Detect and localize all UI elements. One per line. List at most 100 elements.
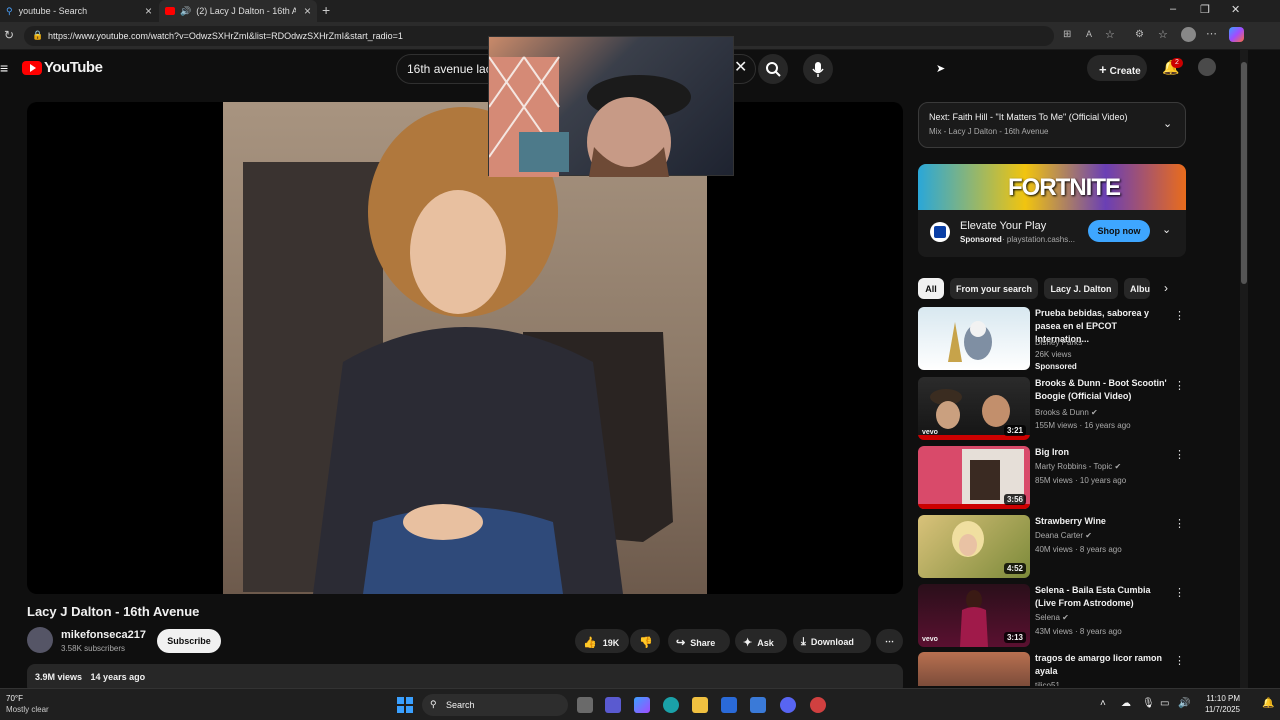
list-item[interactable]: vevo 3:21 Brooks & Dunn - Boot Scootin' … xyxy=(918,377,1186,441)
minimize-button[interactable]: – xyxy=(1170,3,1176,15)
channel-name[interactable]: Disney Parks xyxy=(1035,338,1082,347)
volume-icon[interactable]: 🔊 xyxy=(1178,698,1190,709)
youtube-logo-icon[interactable] xyxy=(22,61,42,75)
favorites-icon[interactable]: ☆ xyxy=(1158,28,1168,41)
kebab-menu-icon[interactable]: ⋮ xyxy=(1174,448,1185,461)
channel-avatar[interactable] xyxy=(27,627,53,653)
notifications-icon[interactable]: 🔔 xyxy=(1262,698,1274,709)
speaker-icon[interactable]: 🔊 xyxy=(180,6,191,17)
video-thumbnail[interactable]: 3:56 xyxy=(918,446,1030,509)
tab-youtube-search[interactable]: ⚲ youtube - Search × xyxy=(0,0,158,22)
kebab-menu-icon[interactable]: ⋮ xyxy=(1174,309,1185,322)
share-button[interactable]: ↪ Share xyxy=(668,629,730,653)
channel-name[interactable]: tilico51 xyxy=(1035,681,1060,686)
windows-start-icon[interactable] xyxy=(397,697,413,713)
weather-temp[interactable]: 70°F xyxy=(6,694,23,703)
download-button[interactable]: ⤓ Download xyxy=(793,629,871,653)
channel-name[interactable]: Deana Carter ✔ xyxy=(1035,531,1092,540)
ask-button[interactable]: ✦ Ask xyxy=(735,629,787,653)
store-icon[interactable] xyxy=(721,697,737,713)
more-actions-button[interactable]: ⋯ xyxy=(876,629,903,653)
youtube-logo-text[interactable]: YouTube xyxy=(44,59,103,76)
list-item[interactable]: 3:56 Big Iron Marty Robbins - Topic ✔ 85… xyxy=(918,446,1186,510)
up-next-panel[interactable]: Next: Faith Hill - "It Matters To Me" (O… xyxy=(918,102,1186,148)
weather-desc[interactable]: Mostly clear xyxy=(6,705,49,714)
profile-avatar[interactable] xyxy=(1181,27,1196,42)
chevron-right-icon[interactable]: › xyxy=(1164,281,1168,295)
download-icon: ⤓ xyxy=(801,636,806,648)
favorite-star-icon[interactable]: ☆ xyxy=(1105,28,1115,41)
file-explorer-icon[interactable] xyxy=(692,697,708,713)
chevron-down-icon[interactable]: ⌄ xyxy=(1162,223,1171,236)
read-aloud-icon[interactable]: A xyxy=(1086,29,1092,39)
create-button[interactable]: + Create xyxy=(1087,55,1147,81)
video-player[interactable] xyxy=(27,102,903,594)
microphone-icon[interactable]: 🎙 xyxy=(1142,698,1155,709)
tab-label: (2) Lacy J Dalton - 16th Aven xyxy=(196,6,297,16)
tab-lacy-dalton[interactable]: 🔊 (2) Lacy J Dalton - 16th Aven × xyxy=(159,0,317,22)
clear-search-icon[interactable]: ✕ xyxy=(734,57,747,77)
cloud-icon[interactable]: ☁ xyxy=(1121,698,1131,709)
chevron-up-icon[interactable]: ˄ xyxy=(1100,698,1106,709)
chip-from-your-search[interactable]: From your search xyxy=(950,278,1038,299)
chevron-down-icon[interactable]: ⌄ xyxy=(1163,117,1172,130)
task-view-icon[interactable] xyxy=(577,697,593,713)
channel-name[interactable]: Brooks & Dunn ✔ xyxy=(1035,408,1098,417)
like-button[interactable]: 👍 19K xyxy=(575,629,629,653)
channel-name[interactable]: mikefonseca217 xyxy=(61,629,146,641)
list-item[interactable]: tragos de amargo licor ramon ayala tilic… xyxy=(918,652,1186,686)
network-icon[interactable]: ▭ xyxy=(1160,698,1169,709)
channel-name[interactable]: Marty Robbins - Topic ✔ xyxy=(1035,462,1121,471)
channel-name[interactable]: Selena ✔ xyxy=(1035,613,1069,622)
clock-time[interactable]: 11:10 PM xyxy=(1200,694,1240,703)
video-thumbnail[interactable]: vevo 3:13 xyxy=(918,584,1030,647)
dislike-button[interactable]: 👎 xyxy=(630,629,660,653)
kebab-menu-icon[interactable]: ⋮ xyxy=(1174,379,1185,392)
close-tab-icon[interactable]: × xyxy=(304,4,311,18)
video-thumbnail[interactable] xyxy=(918,652,1030,686)
app-available-icon[interactable]: ⊞ xyxy=(1063,29,1071,40)
outlook-icon[interactable] xyxy=(750,697,766,713)
video-title[interactable]: Big Iron xyxy=(1035,446,1170,459)
edge-icon[interactable] xyxy=(663,697,679,713)
ad-banner-image[interactable]: FORTNITE xyxy=(918,164,1186,210)
shop-now-button[interactable]: Shop now xyxy=(1088,220,1150,242)
clock-date[interactable]: 11/7/2025 xyxy=(1200,705,1240,714)
extensions-icon[interactable]: ⚙ xyxy=(1135,29,1144,40)
hamburger-menu-icon[interactable]: ≡ xyxy=(0,60,8,76)
close-window-button[interactable]: ✕ xyxy=(1231,3,1240,16)
list-item[interactable]: vevo 3:13 Selena - Baila Esta Cumbia (Li… xyxy=(918,584,1186,648)
video-thumbnail[interactable]: vevo 3:21 xyxy=(918,377,1030,440)
kebab-menu-icon[interactable]: ⋮ xyxy=(1174,654,1185,667)
video-title[interactable]: Strawberry Wine xyxy=(1035,515,1170,528)
discord-icon[interactable] xyxy=(780,697,796,713)
video-thumbnail[interactable] xyxy=(918,307,1030,370)
new-tab-button[interactable]: + xyxy=(322,2,330,18)
maximize-button[interactable]: ❐ xyxy=(1200,3,1210,16)
copilot-icon[interactable] xyxy=(634,697,650,713)
chip-albums[interactable]: Albu xyxy=(1124,278,1150,299)
chip-all[interactable]: All xyxy=(918,278,944,299)
sponsored-ad[interactable]: FORTNITE Elevate Your Play Sponsored · p… xyxy=(918,164,1186,257)
video-title[interactable]: tragos de amargo licor ramon ayala xyxy=(1035,652,1170,678)
scrollbar-thumb[interactable] xyxy=(1241,62,1247,284)
app-icon[interactable] xyxy=(810,697,826,713)
search-button[interactable] xyxy=(758,54,788,84)
voice-search-button[interactable] xyxy=(803,54,833,84)
video-title[interactable]: Brooks & Dunn - Boot Scootin' Boogie (Of… xyxy=(1035,377,1170,403)
list-item[interactable]: Prueba bebidas, saborea y pasea en el EP… xyxy=(918,307,1186,371)
taskbar-search[interactable]: ⚲ Search xyxy=(422,694,568,716)
kebab-menu-icon[interactable]: ⋮ xyxy=(1174,517,1185,530)
close-tab-icon[interactable]: × xyxy=(145,4,152,18)
account-avatar[interactable] xyxy=(1198,58,1216,76)
copilot-icon[interactable] xyxy=(1229,27,1244,42)
list-item[interactable]: 4:52 Strawberry Wine Deana Carter ✔ 40M … xyxy=(918,515,1186,579)
teams-icon[interactable] xyxy=(605,697,621,713)
video-title[interactable]: Selena - Baila Esta Cumbia (Live From As… xyxy=(1035,584,1170,610)
subscribe-button[interactable]: Subscribe xyxy=(157,629,221,653)
video-thumbnail[interactable]: 4:52 xyxy=(918,515,1030,578)
chip-lacy-j-dalton[interactable]: Lacy J. Dalton xyxy=(1044,278,1118,299)
kebab-menu-icon[interactable]: ⋮ xyxy=(1174,586,1185,599)
refresh-icon[interactable]: ↻ xyxy=(4,28,14,42)
more-menu-icon[interactable]: ⋯ xyxy=(1206,27,1217,40)
